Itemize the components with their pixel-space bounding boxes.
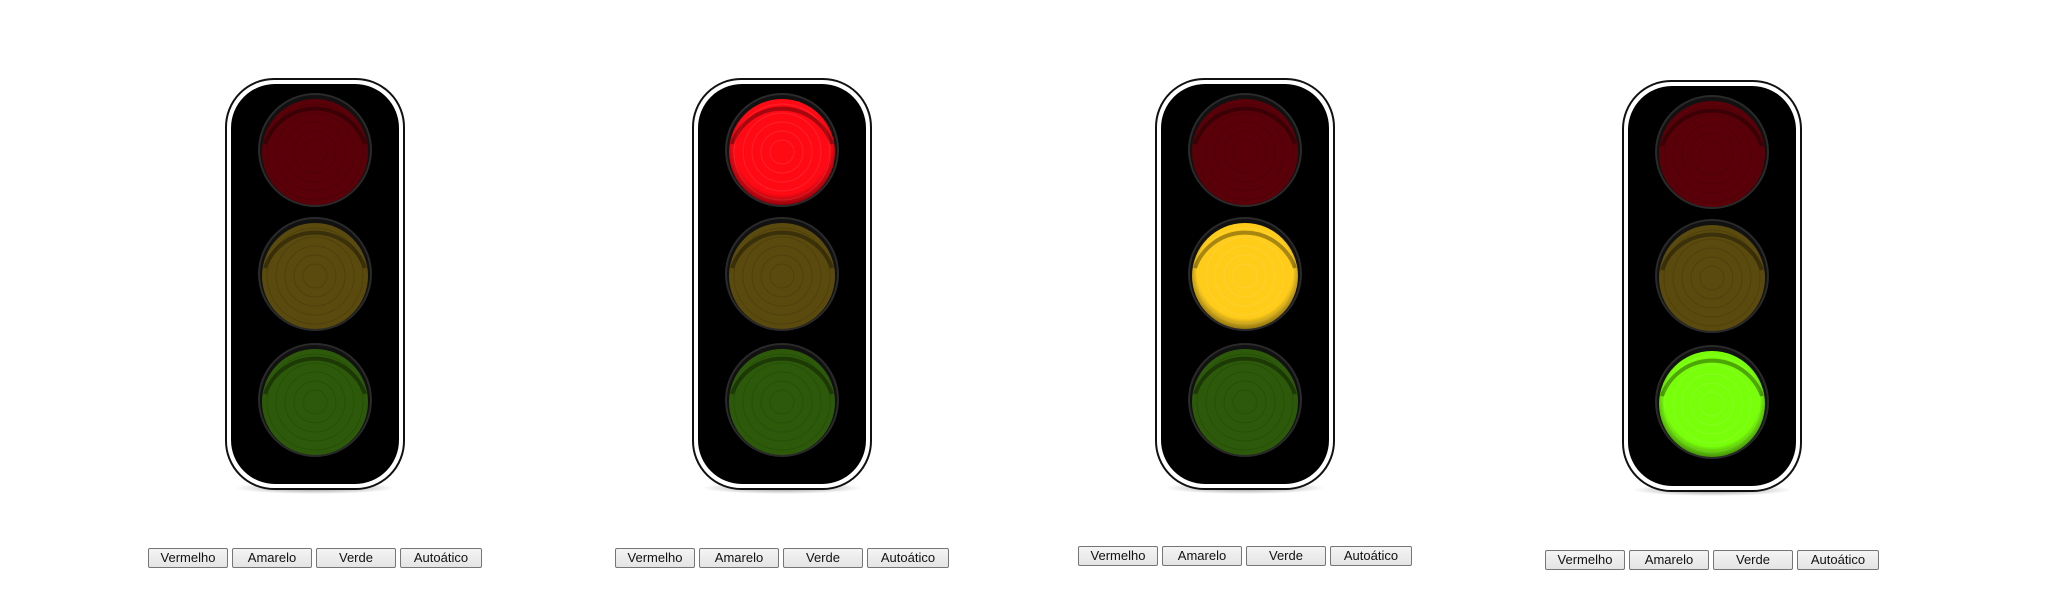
green-lamp: [725, 343, 839, 457]
traffic-light-2: [692, 78, 872, 498]
traffic-light-unit-4: Vermelho Amarelo Verde Autoático: [1542, 0, 1882, 616]
yellow-button[interactable]: Amarelo: [1629, 550, 1709, 570]
yellow-lamp: [1188, 217, 1302, 331]
traffic-light-1-controls: Vermelho Amarelo Verde Autoático: [148, 548, 482, 568]
traffic-light-unit-1: Vermelho Amarelo Verde Autoático: [145, 0, 485, 616]
red-button[interactable]: Vermelho: [1078, 546, 1158, 566]
traffic-light-graphic: [1155, 78, 1335, 494]
traffic-light-graphic: [692, 78, 872, 494]
green-button[interactable]: Verde: [1246, 546, 1326, 566]
traffic-light-4: [1622, 80, 1802, 500]
auto-button[interactable]: Autoático: [867, 548, 949, 568]
traffic-light-2-controls: Vermelho Amarelo Verde Autoático: [615, 548, 949, 568]
traffic-light-graphic: [225, 78, 405, 494]
red-lamp: [725, 93, 839, 207]
green-lamp: [1188, 343, 1302, 457]
red-lamp: [1655, 95, 1769, 209]
yellow-button[interactable]: Amarelo: [1162, 546, 1242, 566]
green-button[interactable]: Verde: [783, 548, 863, 568]
traffic-light-4-controls: Vermelho Amarelo Verde Autoático: [1545, 550, 1879, 570]
yellow-lamp: [725, 217, 839, 331]
yellow-button[interactable]: Amarelo: [699, 548, 779, 568]
auto-button[interactable]: Autoático: [1797, 550, 1879, 570]
traffic-light-demo: Vermelho Amarelo Verde Autoático Vermelh…: [0, 0, 2046, 616]
green-lamp: [258, 343, 372, 457]
traffic-light-unit-2: Vermelho Amarelo Verde Autoático: [612, 0, 952, 616]
green-lamp: [1655, 345, 1769, 459]
auto-button[interactable]: Autoático: [1330, 546, 1412, 566]
red-lamp: [258, 93, 372, 207]
traffic-light-graphic: [1622, 80, 1802, 496]
auto-button[interactable]: Autoático: [400, 548, 482, 568]
traffic-light-3: [1155, 78, 1335, 498]
traffic-light-unit-3: Vermelho Amarelo Verde Autoático: [1075, 0, 1415, 616]
yellow-button[interactable]: Amarelo: [232, 548, 312, 568]
yellow-lamp: [258, 217, 372, 331]
green-button[interactable]: Verde: [1713, 550, 1793, 570]
red-button[interactable]: Vermelho: [615, 548, 695, 568]
red-button[interactable]: Vermelho: [148, 548, 228, 568]
red-lamp: [1188, 93, 1302, 207]
traffic-light-3-controls: Vermelho Amarelo Verde Autoático: [1078, 546, 1412, 566]
yellow-lamp: [1655, 219, 1769, 333]
green-button[interactable]: Verde: [316, 548, 396, 568]
traffic-light-1: [225, 78, 405, 498]
red-button[interactable]: Vermelho: [1545, 550, 1625, 570]
